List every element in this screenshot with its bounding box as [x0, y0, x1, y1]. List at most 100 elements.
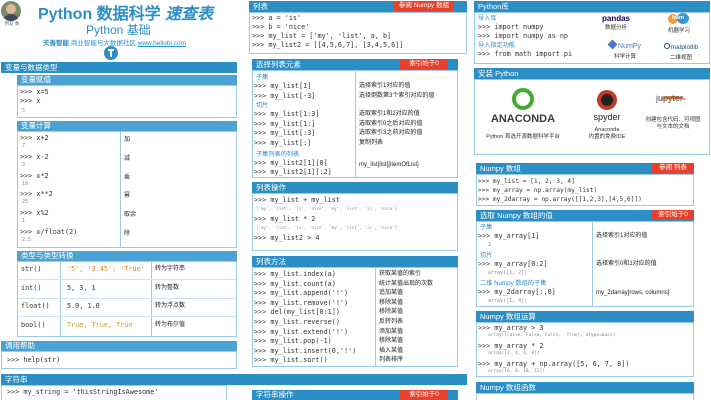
- type-divider: [18, 297, 236, 299]
- matplotlib-caption: 二维视图: [669, 55, 692, 61]
- npsel-subset-desc: 选择索引1对应的值: [596, 233, 648, 239]
- npops-output: array([6, 8, 10, 12]): [488, 369, 545, 374]
- avatar-label: 用友·数: [4, 21, 20, 26]
- calc-code: >>> x/float(2): [20, 228, 78, 236]
- npsel-slice-desc: 选择索引0和1对应的值: [596, 261, 657, 267]
- listops-code: >>> my_list + my_list: [254, 196, 340, 204]
- install-header: 安装 Python: [474, 68, 710, 79]
- calc-output: 10: [22, 180, 29, 187]
- assign-code: >>> x=5 >>> x: [20, 88, 49, 105]
- type-desc: 转为整数: [155, 284, 180, 291]
- matplotlib-logo-text: matplotlib: [670, 44, 699, 51]
- anaconda-caption: Python 首选开源数据科学平台: [486, 134, 560, 140]
- spyder-caption: Anaconda 内置的免费IDE: [588, 127, 626, 140]
- calc-desc: 除: [124, 231, 131, 237]
- sublist-desc: my_list[list][itemOfList]: [359, 162, 419, 168]
- calc-desc: 减: [124, 155, 131, 162]
- jupyter-logo[interactable]: jupyter 创建包含代码、可视图 与文本的文档: [638, 88, 708, 131]
- npsel-slice-code: >>> my_array[0:2]: [478, 260, 548, 268]
- import-label: 导入库: [478, 15, 497, 22]
- listops-code: >>> my_list * 2: [254, 215, 316, 223]
- matplotlib-logo: matplotlib 二维视图: [656, 43, 706, 61]
- sklearn-logo-text: learn: [672, 15, 684, 21]
- slice-label: 切片: [256, 102, 269, 109]
- slice-code: >>> my_list[1:3]: [254, 110, 320, 118]
- spyder-icon: [597, 90, 617, 110]
- method-desc: 追加某值: [379, 290, 404, 297]
- method-code: >>> my_list.remove('!'): [254, 298, 349, 307]
- types-header: 类型与类型转换: [17, 251, 237, 261]
- page-subtitle: Python 基础: [86, 23, 151, 37]
- listops-output: ['my', 'list', 'is', 'nice', 'my', 'list…: [256, 206, 398, 211]
- method-desc: 添加某值: [379, 328, 404, 335]
- numpy-caption: 科学计算: [613, 54, 636, 60]
- npsel-slice-label: 切片: [480, 252, 493, 259]
- type-divider: [18, 279, 236, 280]
- type-values: True, True, True: [67, 320, 133, 329]
- numpy-logo-icon: [607, 39, 618, 50]
- npsel-subset-out: 2: [488, 242, 492, 248]
- help-header: 调用帮助: [1, 341, 237, 351]
- npops-output: array([False, False, False, True], dtype…: [488, 333, 616, 338]
- method-code: >>> del(my_list[0:1]): [254, 308, 340, 317]
- method-desc: 插入某值: [379, 347, 404, 354]
- calc-desc: 乘: [124, 174, 131, 181]
- page-title-em: 速查表: [165, 6, 214, 23]
- strings-header: 字符串: [1, 374, 467, 385]
- slice-desc: 选取索引1和2对应的值: [359, 111, 420, 117]
- org-url[interactable]: www.hellobi.com: [138, 40, 186, 47]
- method-desc: 移除某值: [379, 338, 404, 345]
- avatar-body: [3, 14, 19, 21]
- pandas-logo-text: pandas: [601, 14, 630, 23]
- type-desc: 转为布尔值: [155, 321, 186, 328]
- sublist-code: >>> my_list2[1][0] >>> my_list2[1][:2]: [254, 159, 332, 176]
- method-code: >>> my_list.sort(): [254, 356, 328, 365]
- method-code: >>> my_list.count(a): [254, 279, 336, 288]
- strings-code: >>> my_string = 'thisStringIsAwesome': [7, 388, 159, 396]
- anaconda-logo[interactable]: ANACONDA Python 首选开源数据科学平台: [478, 88, 568, 140]
- select-badge: 索引始于0: [400, 59, 448, 69]
- methods-header: 列表方法: [252, 256, 458, 267]
- method-code: >>> my_list.index(a): [254, 270, 336, 278]
- type-values: 5, 3, 1: [67, 283, 96, 292]
- slice-desc: 选取索引3之前对应的值: [359, 130, 423, 136]
- calc-desc: 幂: [124, 193, 131, 200]
- type-fn: str(): [21, 265, 42, 273]
- calc-output: 25: [22, 199, 29, 206]
- method-desc: 统计某值出现的次数: [379, 280, 434, 287]
- jupyter-icon: jupyter: [656, 88, 688, 110]
- calc-output: 7: [22, 143, 26, 149]
- type-desc: 转为字符串: [155, 266, 186, 272]
- calc-output: 1: [22, 218, 26, 225]
- listops-code: >>> my_list2 > 4: [254, 234, 320, 242]
- type-values: 5.0, 1.0: [67, 302, 100, 310]
- listops-header: 列表操作: [252, 182, 458, 193]
- npsel-2d-out: array([1, 4]): [488, 298, 528, 304]
- slice-code: >>> my_list[:]: [254, 138, 312, 147]
- npsel-2d-desc: my_2darray[rows, columns]: [596, 290, 670, 296]
- pandas-caption: 数据分析: [604, 25, 627, 31]
- jupyter-caption: 创建包含代码、可视图 与文本的文档: [645, 117, 701, 130]
- type-fn: bool(): [21, 320, 46, 329]
- slice-desc: 复制列表: [359, 139, 384, 146]
- variables-header: 变量与数据类型: [1, 62, 237, 73]
- numpy-logo-text: NumPy: [618, 43, 641, 50]
- numpy-badge: 参阅 列表: [652, 163, 694, 173]
- anaconda-ring-icon: [512, 88, 534, 110]
- npsel-2d-code: >>> my_2darray[:,0]: [478, 288, 556, 296]
- spyder-logo[interactable]: spyder Anaconda 内置的免费IDE: [578, 90, 636, 141]
- sklearn-icon: learn: [668, 13, 690, 24]
- numpy-code: >>> my_list = [1, 2, 3, 4] >>> my_array …: [478, 178, 642, 203]
- select-desc: 选择索引1对应的值: [359, 83, 411, 89]
- npsel-subset-label: 子集: [480, 224, 493, 231]
- type-values: '5', '3.45', 'True': [67, 265, 145, 273]
- calc-output: 3: [22, 161, 26, 168]
- npsel-2d-label: 二维 Numpy 数组的子集: [480, 280, 547, 287]
- select-code: >>> my_list[1]: [254, 82, 312, 90]
- lists-code: >>> a = 'is' >>> b = 'nice' >>> my_list …: [252, 14, 404, 49]
- calc-code: >>> x*2: [20, 171, 49, 180]
- calc-code: >>> x**2: [20, 190, 53, 199]
- lists-badge: 参阅 Numpy 数组: [394, 1, 454, 11]
- import-code: >>> import numpy >>> import numpy as np: [478, 23, 569, 40]
- type-desc: 转为浮点数: [155, 303, 186, 309]
